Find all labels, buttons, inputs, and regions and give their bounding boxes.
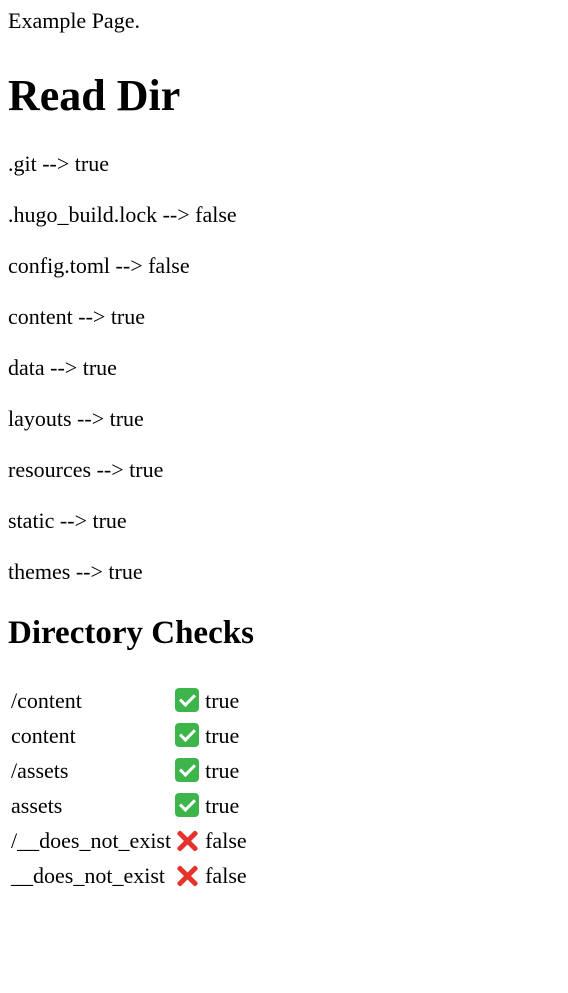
table-row: /__does_not_exist false xyxy=(10,824,248,857)
check-result: true xyxy=(205,758,240,784)
check-mark-icon xyxy=(175,758,200,783)
check-result-cell: true xyxy=(174,719,248,752)
check-result: true xyxy=(205,723,240,749)
table-row: /assets true xyxy=(10,754,248,787)
dir-entry: static --> true xyxy=(8,508,127,534)
page: Example Page. Read Dir .git --> true .hu… xyxy=(0,8,568,894)
cross-mark-icon xyxy=(175,863,199,887)
check-result: true xyxy=(205,688,240,714)
directory-checks-heading: Directory Checks xyxy=(8,615,254,652)
check-result: false xyxy=(205,828,247,854)
check-result: true xyxy=(205,793,240,819)
check-result-cell: true xyxy=(174,789,248,822)
dir-entry: resources --> true xyxy=(8,457,164,483)
check-mark-icon xyxy=(175,793,200,818)
table-row: __does_not_exist false xyxy=(10,859,248,892)
check-mark-icon xyxy=(175,688,200,713)
check-path: /__does_not_exist xyxy=(11,828,172,854)
check-path: /assets xyxy=(11,758,69,784)
check-path: assets xyxy=(11,793,63,819)
table-row: /content true xyxy=(10,684,248,717)
check-result-cell: false xyxy=(174,859,248,892)
dir-entry: data --> true xyxy=(8,355,117,381)
dir-entry: layouts --> true xyxy=(8,406,144,432)
read-dir-list: .git --> true .hugo_build.lock --> false… xyxy=(8,151,560,610)
check-result-cell: true xyxy=(174,754,248,787)
table-row: content true xyxy=(10,719,248,752)
check-path: /content xyxy=(11,688,82,714)
cross-mark-icon xyxy=(175,828,199,852)
table-row: assets true xyxy=(10,789,248,822)
check-result: false xyxy=(205,863,247,889)
dir-entry: .hugo_build.lock --> false xyxy=(8,202,237,228)
dir-entry: config.toml --> false xyxy=(8,253,190,279)
dir-entry: content --> true xyxy=(8,304,146,330)
intro-text: Example Page. xyxy=(8,8,140,33)
check-result-cell: false xyxy=(174,824,248,857)
dir-entry: .git --> true xyxy=(8,151,109,177)
directory-checks-table: /content true content true /assets true … xyxy=(8,682,250,894)
check-result-cell: true xyxy=(174,684,248,717)
check-mark-icon xyxy=(175,723,200,748)
read-dir-heading: Read Dir xyxy=(8,71,181,120)
dir-entry: themes --> true xyxy=(8,559,143,585)
check-path: content xyxy=(11,723,76,749)
check-path: __does_not_exist xyxy=(11,863,165,889)
